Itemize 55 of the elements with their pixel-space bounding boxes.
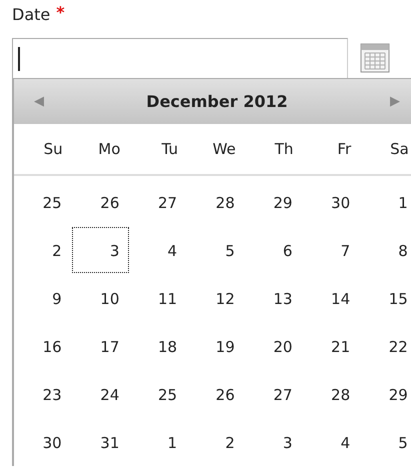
day-cell[interactable]: 9: [14, 275, 72, 321]
day-cell[interactable]: 26: [187, 371, 245, 417]
day-cell[interactable]: 18: [129, 323, 188, 369]
weekday-label: Fr: [336, 140, 352, 158]
day-cell[interactable]: 25: [14, 179, 72, 225]
field-label: Date: [12, 4, 50, 26]
day-cell[interactable]: 6: [244, 227, 302, 273]
weekday-label: Th: [274, 140, 294, 158]
day-cell[interactable]: 5: [360, 419, 411, 465]
day-cell[interactable]: 2: [14, 227, 72, 273]
day-cell[interactable]: 26: [72, 179, 130, 225]
weekday-label: Su: [42, 140, 64, 158]
day-cell[interactable]: 30: [302, 179, 360, 225]
day-cell[interactable]: 17: [72, 323, 130, 369]
weekday-label: Tu: [160, 140, 180, 158]
calendar-icon[interactable]: [360, 43, 390, 73]
weekday-label: We: [212, 140, 237, 158]
day-cell[interactable]: 30: [14, 419, 72, 465]
day-cell[interactable]: 28: [187, 179, 245, 225]
day-cell[interactable]: 15: [360, 275, 411, 321]
day-cell[interactable]: 22: [360, 323, 411, 369]
date-input-field[interactable]: [12, 38, 348, 78]
day-cell[interactable]: 3: [244, 419, 302, 465]
day-cell[interactable]: 8: [360, 227, 411, 273]
day-cell[interactable]: 10: [72, 275, 130, 321]
day-cell[interactable]: 16: [14, 323, 72, 369]
text-cursor: [18, 46, 20, 70]
day-cell[interactable]: 21: [302, 323, 360, 369]
day-cell[interactable]: 23: [14, 371, 72, 417]
day-cell[interactable]: 12: [187, 275, 245, 321]
day-cell[interactable]: 27: [129, 179, 188, 225]
weekday-label: Mo: [97, 140, 122, 158]
month-title: December 2012: [146, 92, 288, 111]
day-cell[interactable]: 28: [302, 371, 360, 417]
day-cell[interactable]: 13: [244, 275, 302, 321]
day-cell[interactable]: 29: [244, 179, 302, 225]
day-cell[interactable]: 2: [187, 419, 245, 465]
day-cell[interactable]: 25: [129, 371, 188, 417]
day-cell[interactable]: 7: [302, 227, 360, 273]
weekday-label: Sa: [389, 140, 410, 158]
day-cell[interactable]: 1: [129, 419, 188, 465]
day-cell[interactable]: 11: [129, 275, 188, 321]
day-cell[interactable]: 24: [72, 371, 130, 417]
day-cell[interactable]: 31: [72, 419, 130, 465]
day-cell[interactable]: 19: [187, 323, 245, 369]
day-cell[interactable]: 14: [302, 275, 360, 321]
day-cell[interactable]: 4: [302, 419, 360, 465]
day-cell[interactable]: 20: [244, 323, 302, 369]
day-cell[interactable]: 29: [360, 371, 411, 417]
day-cell[interactable]: 4: [129, 227, 188, 273]
day-cell[interactable]: 1: [360, 179, 411, 225]
day-cell[interactable]: 27: [244, 371, 302, 417]
day-cell[interactable]: 3: [72, 227, 130, 273]
required-mark: *: [56, 4, 65, 22]
day-cell[interactable]: 5: [187, 227, 245, 273]
